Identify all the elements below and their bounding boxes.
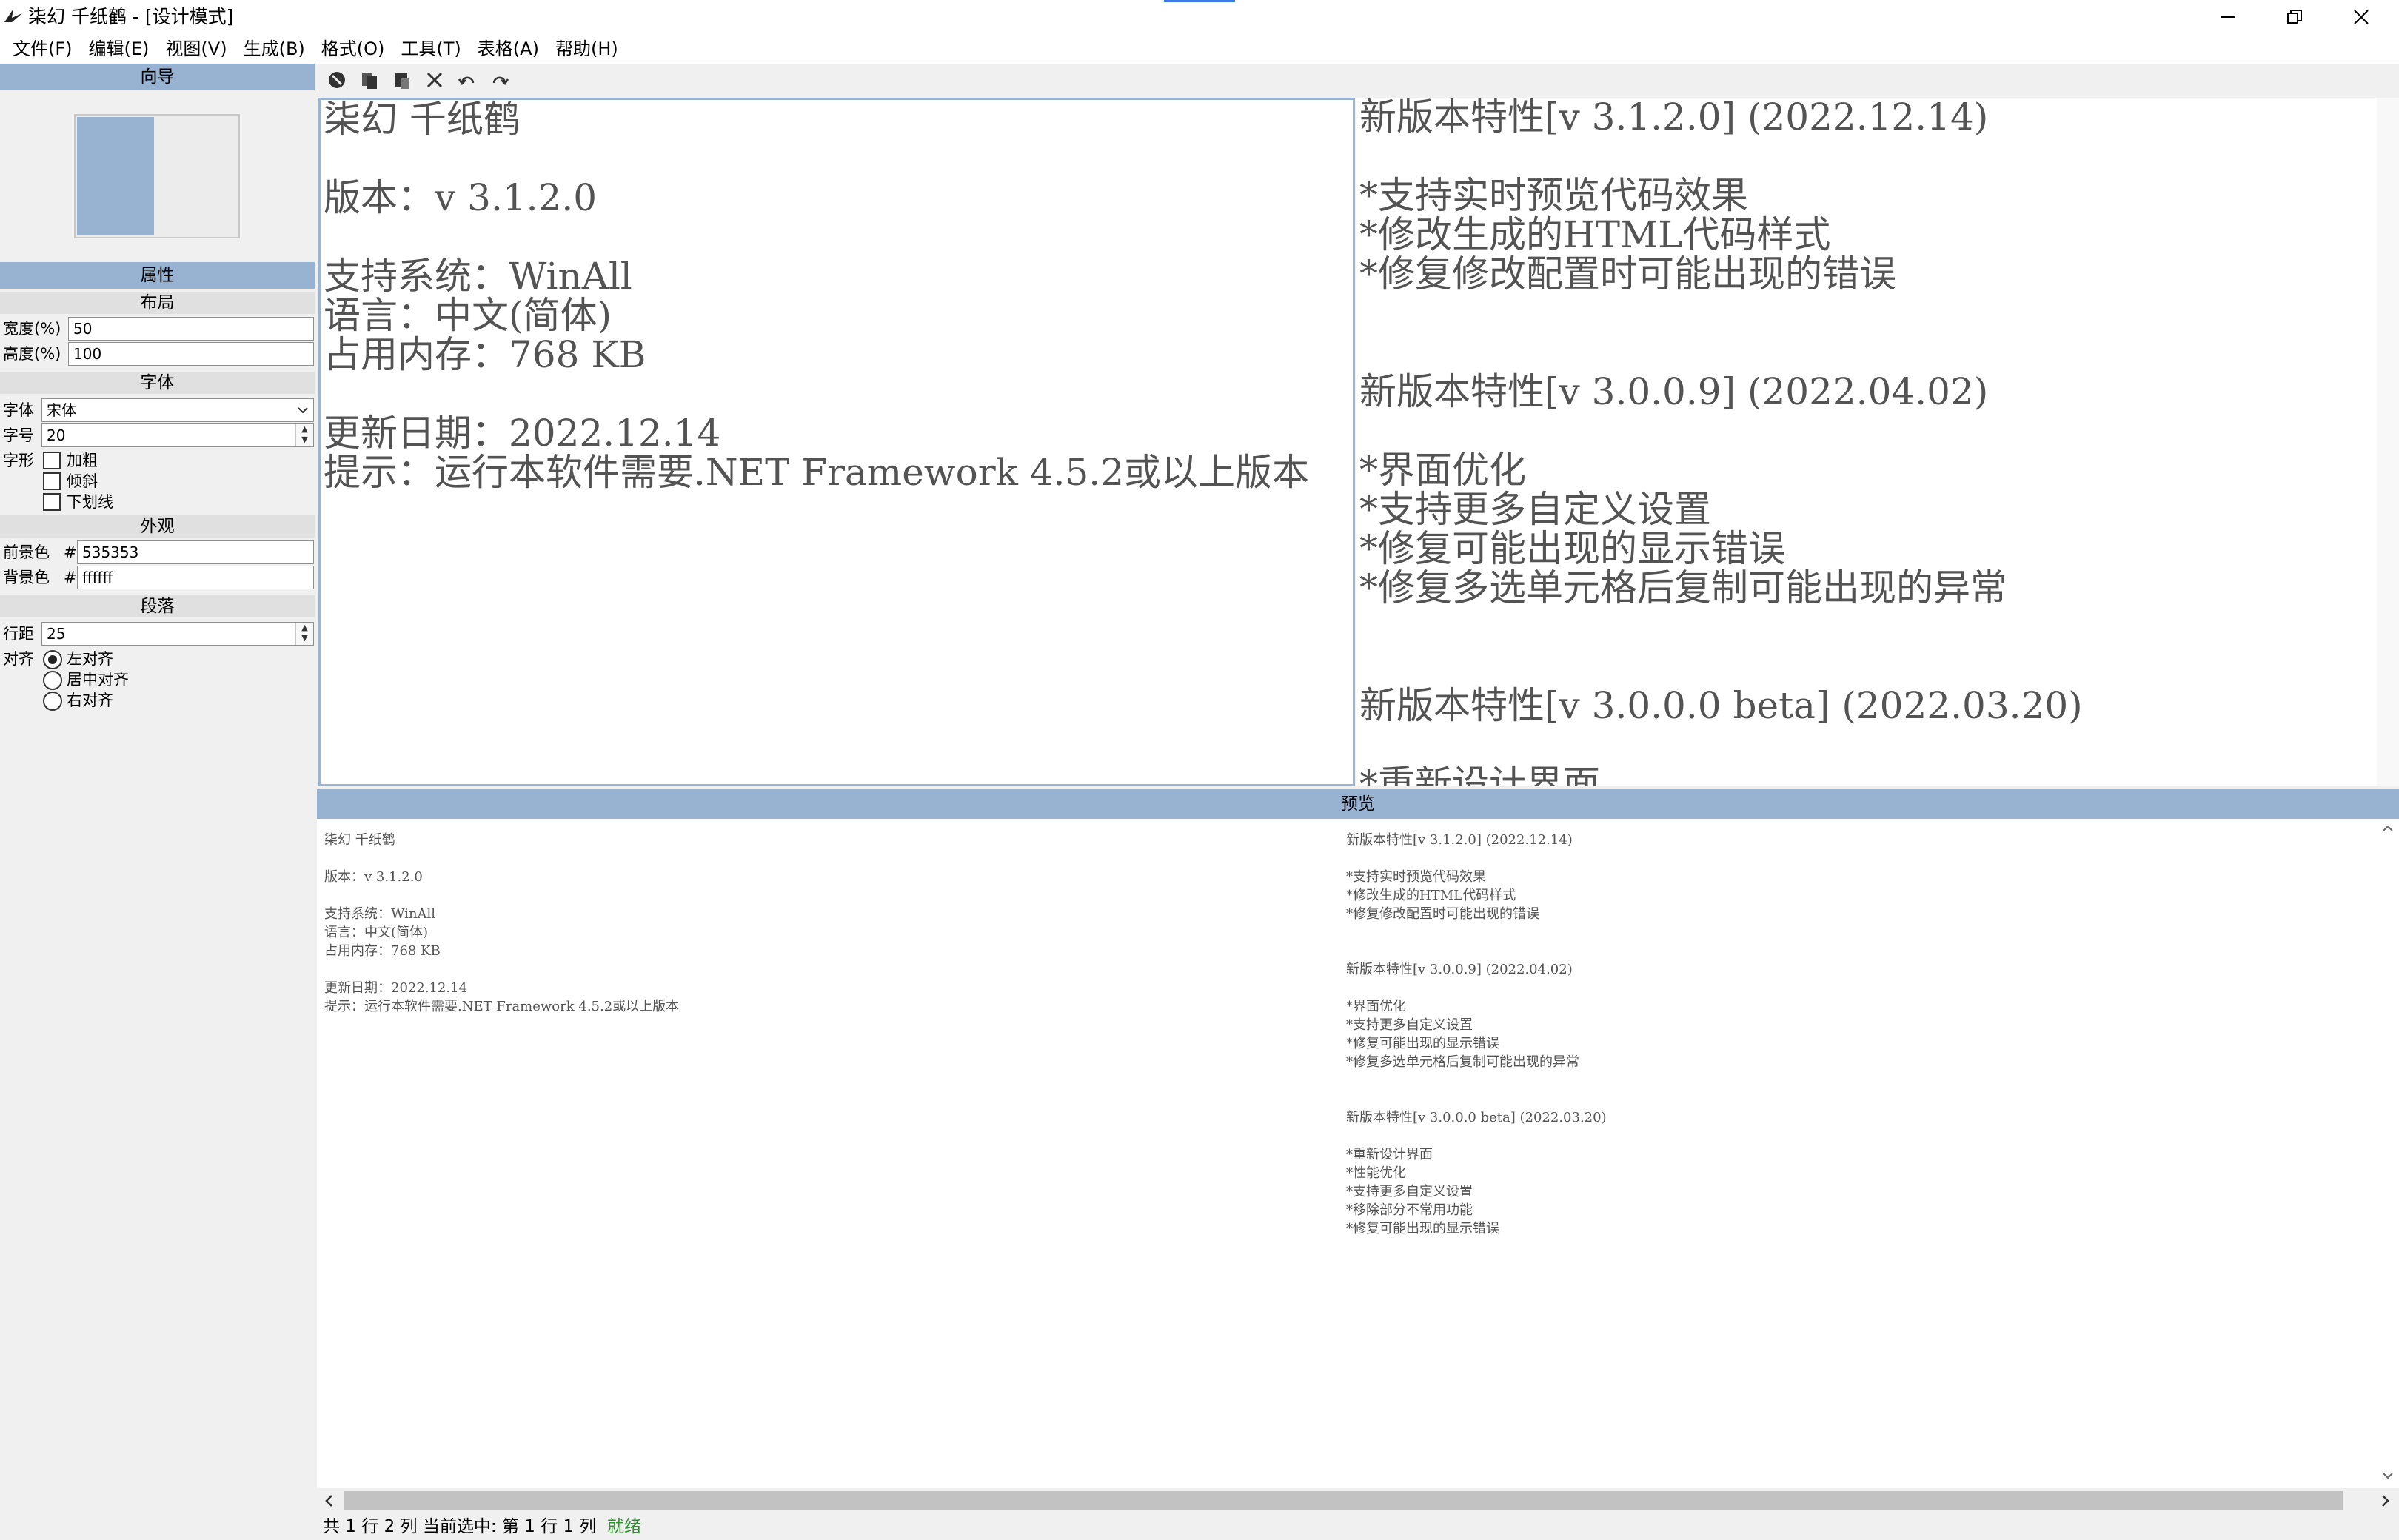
- bg-hash: #: [64, 569, 77, 586]
- menu-table[interactable]: 表格(A): [469, 34, 547, 64]
- wizard-header: 向导: [0, 64, 315, 90]
- horizontal-scroll-thumb[interactable]: [344, 1491, 2343, 1510]
- underline-label: 下划线: [67, 493, 113, 511]
- fg-hash: #: [64, 543, 77, 561]
- layout-thumbnail[interactable]: [74, 114, 240, 238]
- app-icon: [3, 6, 24, 27]
- menu-tools[interactable]: 工具(T): [392, 34, 469, 64]
- align-right-label: 右对齐: [67, 692, 113, 709]
- italic-checkbox[interactable]: [43, 472, 61, 490]
- font-size-spin[interactable]: ▲ ▼: [295, 424, 313, 446]
- align-left-radio[interactable]: [43, 650, 62, 669]
- layout-heading: 布局: [0, 292, 315, 314]
- appearance-heading: 外观: [0, 515, 315, 538]
- left-panel: 向导 属性 布局 宽度(%) 50 高度(%) 100 字体 字体 宋体 字号 …: [0, 64, 317, 1540]
- preview-vertical-scrollbar[interactable]: [2377, 819, 2399, 1488]
- line-spacing-value: 25: [47, 625, 66, 643]
- layout-thumbnail-left-cell[interactable]: [77, 117, 154, 235]
- menu-view[interactable]: 视图(V): [157, 34, 235, 64]
- preview-header: 预览: [317, 789, 2399, 819]
- preview-right-text: 新版本特性[v 3.1.2.0] (2022.12.14) *支持实时预览代码效…: [1346, 832, 1607, 1236]
- align-center-radio[interactable]: [43, 671, 62, 690]
- preview-left-text: 柒幻 千纸鹤 版本：v 3.1.2.0 支持系统：WinAll 语言：中文(简体…: [324, 832, 680, 1014]
- font-size-stepper[interactable]: 20 ▲ ▼: [41, 424, 314, 447]
- editor-vertical-scrollbar[interactable]: [2377, 98, 2399, 786]
- font-heading: 字体: [0, 372, 315, 394]
- editor-cell-right[interactable]: 新版本特性[v 3.1.2.0] (2022.12.14) *支持实时预览代码效…: [1356, 98, 2399, 786]
- line-spacing-label: 行距: [3, 625, 34, 643]
- align-left-label: 左对齐: [67, 650, 113, 668]
- close-button[interactable]: [2328, 0, 2395, 34]
- bg-color-input[interactable]: ffffff: [77, 566, 314, 589]
- paragraph-heading: 段落: [0, 595, 315, 617]
- height-label: 高度(%): [3, 345, 61, 363]
- font-size-label: 字号: [3, 426, 34, 444]
- restore-button[interactable]: [2261, 0, 2328, 34]
- menu-help[interactable]: 帮助(H): [547, 34, 626, 64]
- height-input[interactable]: 100: [68, 342, 314, 366]
- line-spacing-spin[interactable]: ▲ ▼: [295, 623, 313, 645]
- line-spacing-stepper[interactable]: 25 ▲ ▼: [41, 622, 314, 646]
- scroll-right-icon[interactable]: [2377, 1493, 2393, 1512]
- preview-pane: 柒幻 千纸鹤 版本：v 3.1.2.0 支持系统：WinAll 语言：中文(简体…: [317, 819, 2399, 1488]
- font-family-select[interactable]: 宋体: [41, 398, 314, 422]
- bg-color-label: 背景色: [3, 569, 50, 586]
- delete-icon[interactable]: [422, 67, 447, 93]
- font-style-label: 字形: [3, 452, 34, 469]
- editor-cell-left[interactable]: 柒幻 千纸鹤 版本：v 3.1.2.0 支持系统：WinAll 语言：中文(简体…: [318, 98, 1355, 786]
- editor-cell-left-text[interactable]: 柒幻 千纸鹤 版本：v 3.1.2.0 支持系统：WinAll 语言：中文(简体…: [321, 100, 1353, 492]
- menu-format[interactable]: 格式(O): [313, 34, 393, 64]
- bold-label: 加粗: [67, 452, 98, 469]
- scroll-up-icon[interactable]: [2381, 822, 2395, 838]
- status-state: 就绪: [607, 1517, 642, 1536]
- align-center-label: 居中对齐: [67, 671, 129, 689]
- italic-label: 倾斜: [67, 472, 98, 490]
- menu-edit[interactable]: 编辑(E): [81, 34, 158, 64]
- title-accent: [1164, 0, 1235, 2]
- minimize-button[interactable]: [2195, 0, 2261, 34]
- paste-icon[interactable]: [389, 67, 415, 93]
- editor-cell-right-text[interactable]: 新版本特性[v 3.1.2.0] (2022.12.14) *支持实时预览代码效…: [1356, 98, 2399, 786]
- redo-icon[interactable]: [487, 67, 512, 93]
- chevron-down-icon: [295, 399, 310, 421]
- horizontal-scrollbar[interactable]: [317, 1488, 2399, 1513]
- font-family-value: 宋体: [47, 401, 76, 419]
- status-bar: 共 1 行 2 列 当前选中: 第 1 行 1 列 就绪: [317, 1513, 2399, 1540]
- status-info: 共 1 行 2 列 当前选中: 第 1 行 1 列: [323, 1517, 597, 1536]
- toolbar: [317, 64, 2399, 96]
- scroll-left-icon[interactable]: [321, 1493, 338, 1512]
- align-label: 对齐: [3, 650, 34, 668]
- bold-checkbox[interactable]: [43, 452, 61, 469]
- copy-icon[interactable]: [357, 67, 382, 93]
- title-bar: 柒幻 千纸鹤 - [设计模式]: [0, 0, 2399, 34]
- fg-color-input[interactable]: 535353: [77, 540, 314, 564]
- properties-header: 属性: [0, 262, 315, 289]
- new-table-icon[interactable]: [324, 67, 349, 93]
- fg-color-label: 前景色: [3, 543, 50, 561]
- scroll-down-icon[interactable]: [2381, 1469, 2395, 1485]
- undo-icon[interactable]: [455, 67, 480, 93]
- align-right-radio[interactable]: [43, 692, 62, 711]
- width-input[interactable]: 50: [68, 317, 314, 341]
- font-size-value: 20: [47, 426, 66, 444]
- window-title: 柒幻 千纸鹤 - [设计模式]: [28, 6, 234, 27]
- underline-checkbox[interactable]: [43, 493, 61, 511]
- menu-build[interactable]: 生成(B): [235, 34, 313, 64]
- width-label: 宽度(%): [3, 320, 61, 338]
- menu-bar: 文件(F) 编辑(E) 视图(V) 生成(B) 格式(O) 工具(T) 表格(A…: [0, 34, 2399, 64]
- font-family-label: 字体: [3, 401, 34, 419]
- menu-file[interactable]: 文件(F): [4, 34, 81, 64]
